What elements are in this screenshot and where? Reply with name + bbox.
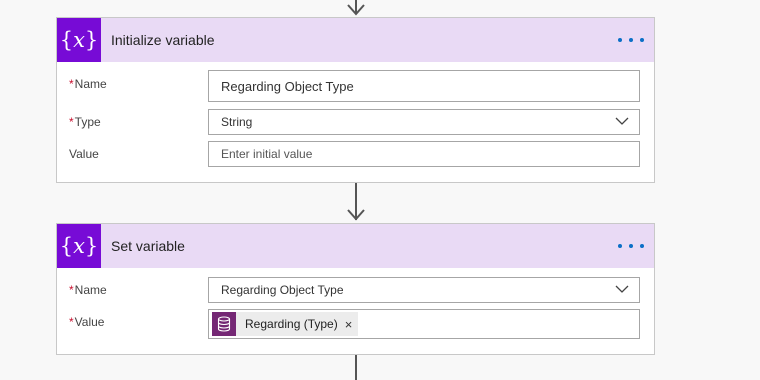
value-input[interactable]: Regarding (Type) × [208,309,640,339]
name-input[interactable]: Regarding Object Type [208,70,640,102]
card-body: *Name Regarding Object Type *Type String… [57,62,654,183]
card-header[interactable]: {x} Initialize variable [57,18,654,62]
chevron-down-icon[interactable] [615,284,629,294]
name-dropdown[interactable]: Regarding Object Type [208,277,640,303]
more-dot-icon [640,38,644,42]
svg-text:{x}: {x} [62,234,96,258]
value-label: *Value [69,315,105,329]
more-dot-icon [618,38,622,42]
card-header[interactable]: {x} Set variable [57,224,654,268]
name-label: *Name [69,77,107,91]
more-dot-icon [640,244,644,248]
initialize-variable-card: {x} Initialize variable *Name Regarding … [56,17,655,183]
card-title: Set variable [111,238,185,254]
value-label: Value [69,147,99,161]
more-dot-icon [618,244,622,248]
required-marker: * [69,77,74,91]
more-dot-icon [629,38,633,42]
required-marker: * [69,283,74,297]
more-options-button[interactable] [618,30,644,50]
set-variable-card: {x} Set variable *Name Regarding Object … [56,223,655,355]
connector-arrow-icon [347,209,365,221]
required-marker: * [69,315,74,329]
name-input-value: Regarding Object Type [221,78,354,94]
name-label: *Name [69,283,107,297]
type-dropdown-value: String [221,115,253,129]
chevron-down-icon[interactable] [615,116,629,126]
required-marker: * [69,115,74,129]
variable-braces-icon: {x} [57,18,101,62]
variable-braces-icon: {x} [57,224,101,268]
connector-arrow-icon [347,4,365,16]
more-options-button[interactable] [618,236,644,256]
card-body: *Name Regarding Object Type *Value Regar… [57,268,654,355]
value-input-placeholder: Enter initial value [221,147,313,161]
more-dot-icon [629,244,633,248]
type-label: *Type [69,115,101,129]
value-input[interactable]: Enter initial value [208,141,640,167]
svg-text:{x}: {x} [62,28,96,52]
database-icon [212,312,236,336]
name-dropdown-value: Regarding Object Type [221,283,344,297]
card-title: Initialize variable [111,32,215,48]
token-remove-button[interactable]: × [345,317,353,332]
connector-bottom-line [355,355,357,380]
type-dropdown[interactable]: String [208,109,640,135]
dynamic-content-token[interactable]: Regarding (Type) × [212,312,359,336]
token-label: Regarding (Type) [245,317,338,331]
